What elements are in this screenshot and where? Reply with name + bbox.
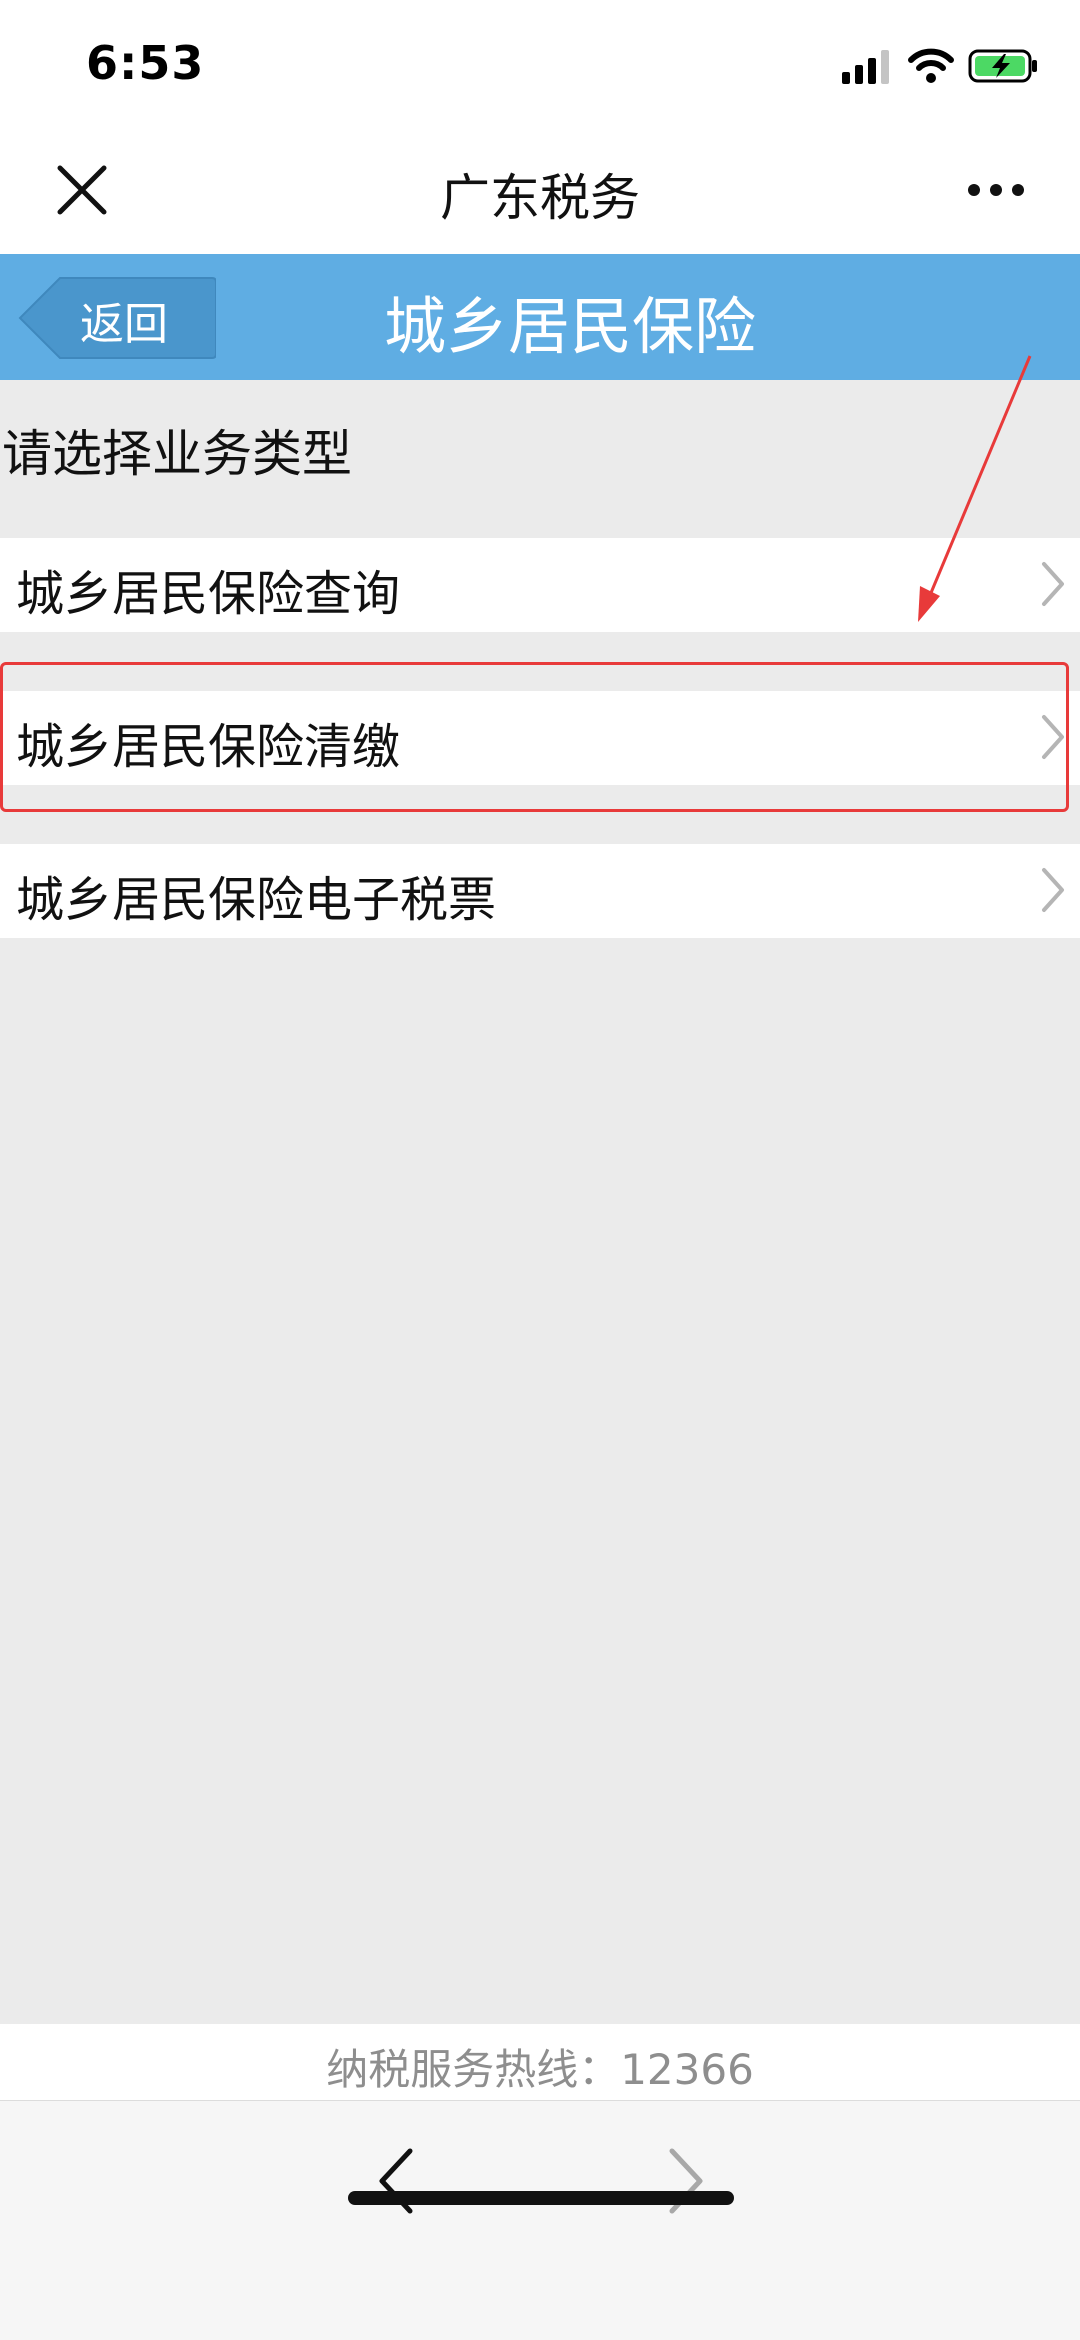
menu-item-label: 城乡居民保险电子税票 [16,872,497,928]
home-indicator [348,2191,734,2205]
status-time: 6:53 [86,36,205,90]
nav-bar: 广东税务 [0,130,1080,254]
chevron-left-icon[interactable] [376,2145,416,2217]
menu-item-label: 城乡居民保险清缴 [16,719,401,775]
menu-item-e-tax-receipt[interactable]: 城乡居民保险电子税票 [0,844,1080,938]
battery-charging-icon [968,49,1037,83]
chevron-right-icon [1042,715,1064,759]
page-header: 返回 城乡居民保险 [0,254,1080,380]
chevron-right-icon [1042,868,1064,912]
chevron-right-icon [1042,562,1064,606]
menu-item-label: 城乡居民保险查询 [16,566,401,622]
hotline-bar: 纳税服务热线：12366 [0,2024,1080,2100]
more-icon[interactable] [966,182,1026,198]
cellular-signal-icon [842,50,889,84]
section-prompt: 请选择业务类型 [2,425,352,483]
status-bar: 6:53 [0,0,1080,130]
hotline-text: 纳税服务热线：12366 [326,2045,754,2094]
back-label: 返回 [80,299,168,350]
status-icons [842,44,1042,90]
page-title: 城乡居民保险 [383,290,756,363]
nav-title: 广东税务 [440,169,640,227]
chevron-right-icon[interactable] [666,2145,706,2217]
menu-item-query[interactable]: 城乡居民保险查询 [0,538,1080,632]
menu-item-payment[interactable]: 城乡居民保险清缴 [0,691,1080,785]
wifi-icon [908,48,954,83]
bottom-toolbar [0,2100,1080,2340]
